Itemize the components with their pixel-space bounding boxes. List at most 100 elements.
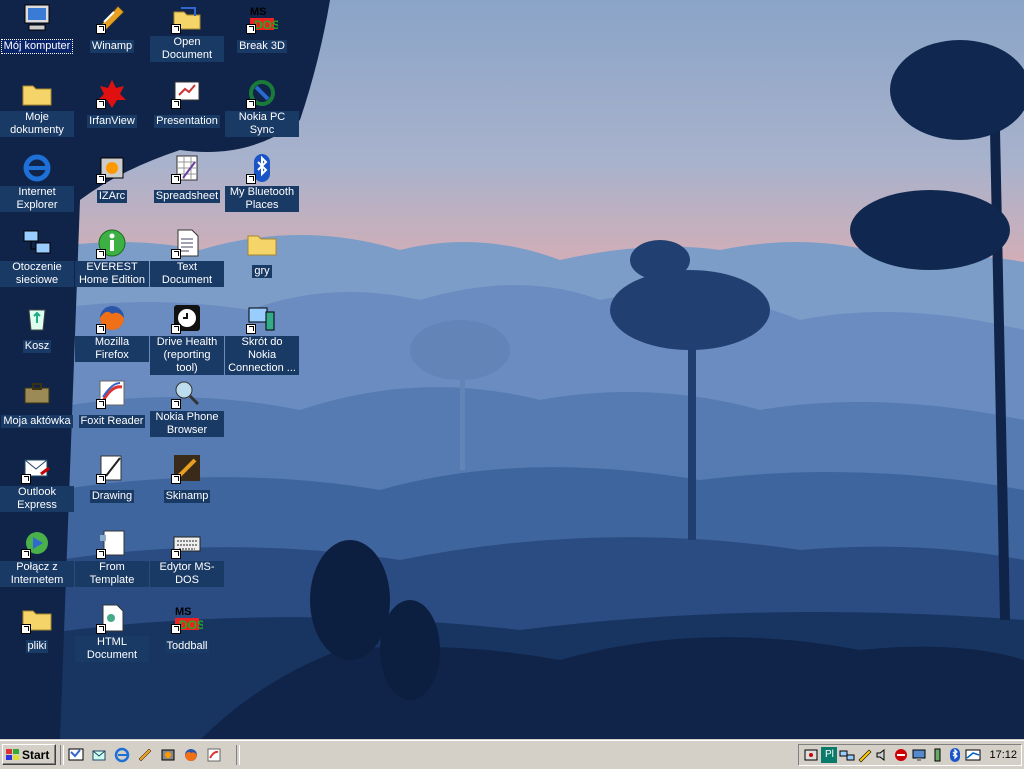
desktop-icon[interactable]: Mój komputer: [0, 0, 74, 54]
desktop-icon[interactable]: MS DOS Toddball: [150, 600, 224, 654]
taskbar-separator: [236, 745, 240, 765]
phone-icon[interactable]: [929, 747, 945, 763]
tray-pencil-icon[interactable]: [857, 747, 873, 763]
outlook-icon: [92, 750, 106, 761]
shortcut-arrow-icon: [171, 549, 181, 559]
quicklaunch-ie[interactable]: [112, 745, 132, 765]
desktop-icon-label: IZArc: [96, 190, 128, 203]
tray-monitor-icon[interactable]: [965, 747, 981, 763]
desktop-icon-label: Edytor MS-DOS: [150, 561, 224, 587]
shortcut-arrow-icon: [171, 24, 181, 34]
quicklaunch-media[interactable]: [158, 745, 178, 765]
desktop-icon[interactable]: Outlook Express: [0, 450, 74, 513]
desktop-icon-label: From Template: [75, 561, 149, 587]
connect-icon: [21, 527, 53, 559]
shortcut-arrow-icon: [171, 474, 181, 484]
start-button[interactable]: Start: [2, 744, 56, 765]
desktop-icon[interactable]: Open Document: [150, 0, 224, 63]
desktop-icon[interactable]: HTML Document: [75, 600, 149, 663]
shortcut-arrow-icon: [171, 624, 181, 634]
recycle-bin-icon: [21, 302, 53, 334]
quicklaunch-outlook[interactable]: [89, 745, 109, 765]
desktop-icon[interactable]: My Bluetooth Places: [225, 150, 299, 213]
shortcut-arrow-icon: [171, 174, 181, 184]
quicklaunch-foxit[interactable]: [204, 745, 224, 765]
desktop-icon[interactable]: Mozilla Firefox: [75, 300, 149, 363]
desktop-icon[interactable]: Spreadsheet: [150, 150, 224, 204]
desktop-icon[interactable]: Moja aktówka: [0, 375, 74, 429]
quicklaunch-winamp[interactable]: [135, 745, 155, 765]
bluetooth-icon: [246, 152, 278, 184]
desktop-icon[interactable]: Internet Explorer: [0, 150, 74, 213]
shortcut-arrow-icon: [96, 549, 106, 559]
keyboard-icon: [171, 527, 203, 559]
shortcut-arrow-icon: [21, 549, 31, 559]
desktop-icon-label: Winamp: [89, 40, 135, 53]
tray-language-indicator[interactable]: Pl: [821, 747, 838, 763]
desktop-icon-label: HTML Document: [75, 636, 149, 662]
speaker-icon[interactable]: [875, 747, 891, 763]
quicklaunch-firefox[interactable]: [181, 745, 201, 765]
shortcut-arrow-icon: [21, 474, 31, 484]
network-icon: [21, 227, 53, 259]
desktop-icon-label: Open Document: [150, 36, 224, 62]
tray-disk-icon[interactable]: [803, 747, 819, 763]
desktop-icon[interactable]: Nokia Phone Browser: [150, 375, 224, 438]
display-icon[interactable]: [911, 747, 927, 763]
izarc-icon: [96, 152, 128, 184]
desktop-icon[interactable]: pliki: [0, 600, 74, 654]
desktop-icon[interactable]: Otoczenie sieciowe: [0, 225, 74, 288]
desktop-icon[interactable]: Presentation: [150, 75, 224, 129]
quick-launch: [66, 745, 224, 765]
desktop-icon[interactable]: Nokia PC Sync: [225, 75, 299, 138]
desktop-icon-label: Połącz z Internetem: [0, 561, 74, 587]
desktop-icon[interactable]: From Template: [75, 525, 149, 588]
desktop-icon[interactable]: Moje dokumenty: [0, 75, 74, 138]
start-label: Start: [22, 747, 50, 762]
quicklaunch-show-desktop[interactable]: [66, 745, 86, 765]
desktop-icon[interactable]: Połącz z Internetem: [0, 525, 74, 588]
desktop-icon[interactable]: IZArc: [75, 150, 149, 204]
desktop-icon[interactable]: IrfanView: [75, 75, 149, 129]
desktop-icon[interactable]: EVEREST Home Edition: [75, 225, 149, 288]
desktop-icon[interactable]: Skrót do Nokia Connection ...: [225, 300, 299, 376]
desktop-icon-label: Drive Health (reporting tool): [150, 336, 224, 375]
desktop-icon-label: Skrót do Nokia Connection ...: [225, 336, 299, 375]
shortcut-arrow-icon: [96, 474, 106, 484]
shortcut-arrow-icon: [171, 399, 181, 409]
taskbar-separator: [60, 745, 64, 765]
desktop-icon[interactable]: Kosz: [0, 300, 74, 354]
drawing-icon: [96, 452, 128, 484]
desktop-icon-label: pliki: [25, 640, 49, 653]
antivirus-icon[interactable]: [893, 747, 909, 763]
bluetooth-icon[interactable]: [947, 747, 963, 763]
presentation-icon: [171, 77, 203, 109]
desktop-icon-label: gry: [252, 265, 272, 278]
shortcut-arrow-icon: [96, 24, 106, 34]
html-document-icon: [96, 602, 128, 634]
text-document-icon: [171, 227, 203, 259]
desktop-icon[interactable]: Skinamp: [150, 450, 224, 504]
desktop-icon[interactable]: Winamp: [75, 0, 149, 54]
desktop-icon-label: Foxit Reader: [78, 415, 146, 428]
computer-icon: [21, 2, 53, 34]
media-player-icon: [161, 749, 175, 761]
desktop-icon[interactable]: MS DOS Break 3D: [225, 0, 299, 54]
desktop-icon[interactable]: gry: [225, 225, 299, 279]
desktop-icon[interactable]: Drawing: [75, 450, 149, 504]
desktop-icon[interactable]: Text Document: [150, 225, 224, 288]
desktop-icon[interactable]: Drive Health (reporting tool): [150, 300, 224, 376]
desktop: Mój komputer Moje dokumenty Internet Explo…: [0, 0, 1024, 740]
desktop-icon-label: Skinamp: [163, 490, 211, 503]
shortcut-arrow-icon: [96, 399, 106, 409]
taskbar-clock[interactable]: 17:12: [989, 749, 1017, 761]
everest-icon: [96, 227, 128, 259]
desktop-icon-label: My Bluetooth Places: [225, 186, 299, 212]
desktop-icon-label: Presentation: [154, 115, 220, 128]
briefcase-icon: [21, 377, 53, 409]
skinamp-icon: [171, 452, 203, 484]
desktop-icon[interactable]: Edytor MS-DOS: [150, 525, 224, 588]
nokia-browser-icon: [171, 377, 203, 409]
network-icon[interactable]: [839, 747, 855, 763]
desktop-icon[interactable]: Foxit Reader: [75, 375, 149, 429]
